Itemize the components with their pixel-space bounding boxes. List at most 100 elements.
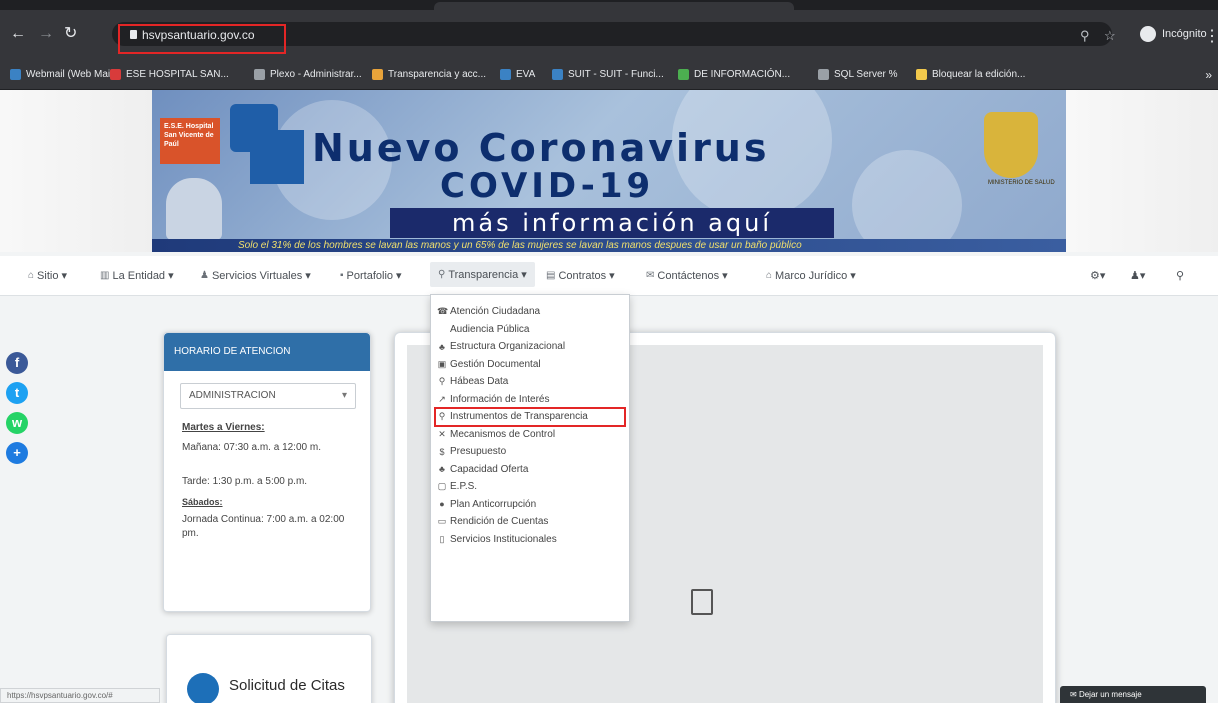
bookmark-item[interactable]: SUIT - SUIT - Funci... — [552, 69, 664, 80]
dropdown-item[interactable]: ⚲ Instrumentos de Transparencia — [434, 407, 626, 427]
twitter-icon[interactable]: t — [6, 382, 28, 404]
dropdown-item[interactable]: ☎ Atención Ciudadana — [431, 303, 629, 321]
bookmark-item[interactable]: Transparencia y acc... — [372, 69, 486, 80]
dropdown-item-icon: ▯ — [439, 533, 445, 544]
medical-cross-icon — [250, 130, 304, 184]
dropdown-item[interactable]: ♣ Capacidad Oferta — [431, 461, 629, 479]
bank-icon: ⌂ — [766, 270, 773, 281]
bookmark-favicon-icon — [916, 69, 927, 80]
status-link: https://hsvpsantuario.gov.co/# — [0, 688, 160, 703]
dropdown-item-label: Hábeas Data — [450, 376, 509, 388]
menu-item-servicios-virtuales[interactable]: ♟ Servicios Virtuales ▾ — [200, 269, 311, 283]
dropdown-item[interactable]: ▣ Gestión Documental — [431, 356, 629, 374]
dropdown-item[interactable]: ▯ Servicios Institucionales — [431, 531, 629, 549]
bookmark-favicon-icon — [500, 69, 511, 80]
dropdown-item-icon: ♣ — [439, 341, 445, 352]
chat-button[interactable]: ✉ Dejar un mensaje — [1060, 686, 1206, 703]
bookmark-item[interactable]: SQL Server % — [818, 69, 898, 80]
menu-item-la-entidad[interactable]: ▥ La Entidad ▾ — [100, 269, 174, 283]
back-icon[interactable]: ← — [10, 26, 26, 42]
dropdown-item[interactable]: ● Plan Anticorrupción — [431, 496, 629, 514]
bookmark-label: SUIT - SUIT - Funci... — [568, 69, 664, 80]
star-icon[interactable]: ☆ — [1104, 28, 1116, 44]
morning-hours: Mañana: 07:30 a.m. a 12:00 m. — [182, 442, 321, 453]
banner-more-info[interactable]: más información aquí — [390, 208, 834, 238]
banner-title-line2: COVID-19 — [440, 166, 655, 206]
doctor-illustration — [166, 178, 222, 240]
menu-item-contratos[interactable]: ▤ Contratos ▾ — [546, 269, 615, 283]
shield-label: MINISTERIO DE SALUD — [988, 180, 1055, 186]
weekday-title: Martes a Viernes: — [182, 422, 265, 433]
bookmark-favicon-icon — [254, 69, 265, 80]
forward-icon[interactable]: → — [38, 26, 54, 42]
menu-item-marco-juridico[interactable]: ⌂ Marco Jurídico ▾ — [766, 269, 856, 283]
bookmark-label: DE INFORMACIÓN... — [694, 69, 791, 80]
dropdown-item-icon: ☎ — [437, 306, 449, 317]
bookmark-item[interactable]: Bloquear la edición... — [916, 69, 1025, 80]
schedule-select[interactable]: ADMINISTRACION ▾ — [180, 383, 356, 409]
covid-banner[interactable]: E.S.E. Hospital San Vicente de Paúl Nuev… — [152, 90, 1066, 252]
saturday-title: Sábados: — [182, 497, 223, 507]
broken-document-icon — [691, 589, 713, 615]
dropdown-item[interactable]: ▭ Rendición de Cuentas — [431, 513, 629, 531]
incognito-indicator[interactable]: Incógnito — [1140, 26, 1207, 42]
dropdown-item-label: Plan Anticorrupción — [450, 498, 537, 510]
search-icon[interactable]: ⚲ — [1176, 269, 1184, 282]
reload-icon[interactable]: ↻ — [64, 26, 77, 42]
dropdown-item-icon: ⚲ — [438, 411, 446, 422]
more-bookmarks-icon[interactable]: » — [1205, 68, 1212, 82]
banner-left-margin — [0, 90, 152, 252]
bookmark-item[interactable]: ESE HOSPITAL SAN... — [110, 69, 229, 80]
dropdown-item-icon: ● — [439, 499, 445, 510]
dropdown-item-icon: ▢ — [437, 481, 447, 492]
schedule-panel: HORARIO DE ATENCION ADMINISTRACION ▾ Mart… — [163, 332, 371, 612]
hospital-logo: E.S.E. Hospital San Vicente de Paúl — [160, 118, 220, 164]
dropdown-item-label: Servicios Institucionales — [450, 533, 557, 545]
document-icon: ▤ — [546, 270, 556, 281]
bookmark-favicon-icon — [678, 69, 689, 80]
bookmark-item[interactable]: Plexo - Administrar... — [254, 69, 362, 80]
dropdown-item-label: Capacidad Oferta — [450, 463, 529, 475]
bookmark-favicon-icon — [10, 69, 21, 80]
bookmark-favicon-icon — [552, 69, 563, 80]
dropdown-item[interactable]: ▢ E.P.S. — [431, 478, 629, 496]
dropdown-item-label: Rendición de Cuentas — [450, 516, 549, 528]
bookmark-label: Plexo - Administrar... — [270, 69, 362, 80]
menu-item-transparencia[interactable]: ⚲ Transparencia ▾ — [430, 262, 535, 287]
bookmark-item[interactable]: EVA — [500, 69, 535, 80]
banner-footer-text: Solo el 31% de los hombres se lavan las … — [152, 239, 1066, 252]
dropdown-item[interactable]: ♣ Estructura Organizacional — [431, 338, 629, 356]
dropdown-item-icon: ♣ — [439, 464, 445, 475]
gear-icon[interactable]: ⚙▾ — [1090, 269, 1105, 282]
user-icon[interactable]: ♟▾ — [1130, 269, 1145, 282]
dropdown-item[interactable]: Audiencia Pública — [431, 321, 629, 339]
banner-right-margin — [1066, 90, 1218, 252]
menu-item-contactenos[interactable]: ✉ Contáctenos ▾ — [646, 269, 728, 283]
facebook-icon[interactable]: f — [6, 352, 28, 374]
citas-panel[interactable]: Solicitud de Citas — [166, 634, 372, 703]
browser-menu-icon[interactable]: ⋮ — [1204, 26, 1218, 46]
dropdown-item[interactable]: ↗ Información de Interés — [431, 391, 629, 409]
menu-item-sitio[interactable]: ⌂ Sitio ▾ — [28, 269, 67, 283]
bookmark-item[interactable]: Webmail (Web Mail... — [10, 69, 121, 80]
zoom-icon[interactable]: ⚲ — [1080, 28, 1090, 44]
bookmark-item[interactable]: DE INFORMACIÓN... — [678, 69, 790, 80]
url-highlight-box — [118, 24, 286, 54]
dropdown-item[interactable]: ✕ Mecanismos de Control — [431, 426, 629, 444]
dropdown-item-icon: ↗ — [438, 393, 446, 404]
dropdown-item-label: Presupuesto — [450, 446, 507, 458]
dropdown-item-label: E.P.S. — [450, 481, 478, 493]
active-tab[interactable] — [434, 2, 794, 10]
banner-title-line1: Nuevo Coronavirus — [312, 126, 770, 170]
bookmark-favicon-icon — [818, 69, 829, 80]
dropdown-item-label: Estructura Organizacional — [450, 341, 566, 353]
menu-item-portafolio[interactable]: ▪ Portafolio ▾ — [340, 269, 402, 283]
building-icon: ▥ — [100, 270, 110, 281]
dropdown-item[interactable]: ⚲ Hábeas Data — [431, 373, 629, 391]
dropdown-item-icon: $ — [439, 446, 445, 457]
search-icon: ⚲ — [438, 269, 446, 280]
saturday-hours: Jornada Continua: 7:00 a.m. a 02:00 pm. — [182, 514, 345, 539]
whatsapp-icon[interactable]: w — [6, 412, 28, 434]
share-plus-icon[interactable]: + — [6, 442, 28, 464]
dropdown-item[interactable]: $ Presupuesto — [431, 443, 629, 461]
